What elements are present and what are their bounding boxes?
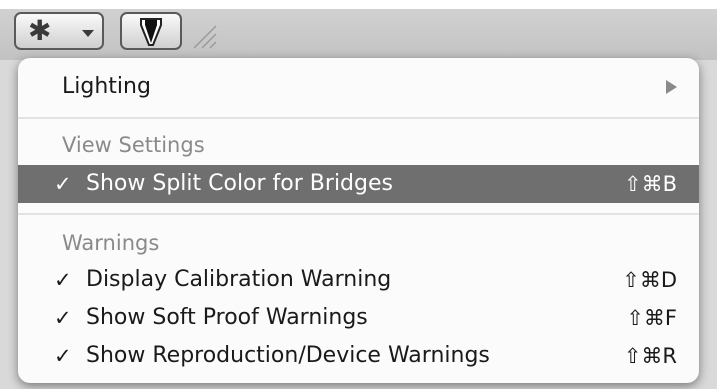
- menu-item-show-soft-proof-warnings[interactable]: ✓ Show Soft Proof Warnings ⇧⌘F: [18, 299, 699, 337]
- dropdown-menu: Lighting View Settings ✓ Show Split Colo…: [18, 58, 699, 383]
- menu-item-show-reproduction-device-warnings[interactable]: ✓ Show Reproduction/Device Warnings ⇧⌘R: [18, 337, 699, 375]
- menu-item-show-split-color[interactable]: ✓ Show Split Color for Bridges ⇧⌘B: [18, 165, 699, 203]
- menu-item-label: Show Split Color for Bridges: [86, 171, 393, 196]
- section-header-view-settings: View Settings: [62, 133, 205, 157]
- resize-grip-icon[interactable]: [190, 22, 218, 50]
- toolbar: ✱: [0, 0, 717, 60]
- checkmark-icon: ✓: [54, 268, 72, 292]
- menu-item-label: Display Calibration Warning: [86, 267, 392, 292]
- keyboard-shortcut: ⇧⌘R: [623, 344, 677, 368]
- menu-item-label: Lighting: [62, 74, 151, 99]
- chevron-down-icon: [82, 30, 94, 37]
- keyboard-shortcut: ⇧⌘D: [622, 268, 677, 292]
- menu-separator: [18, 117, 699, 119]
- soft-proof-icon: [140, 18, 162, 46]
- menu-item-display-calibration-warning[interactable]: ✓ Display Calibration Warning ⇧⌘D: [18, 261, 699, 299]
- checkmark-icon: ✓: [54, 306, 72, 330]
- checkmark-icon: ✓: [54, 344, 72, 368]
- top-strip: [0, 0, 717, 9]
- menu-item-label: Show Soft Proof Warnings: [86, 305, 368, 330]
- keyboard-shortcut: ⇧⌘F: [626, 306, 677, 330]
- submenu-arrow-icon: [666, 80, 677, 94]
- gear-menu-button[interactable]: ✱: [14, 12, 104, 50]
- keyboard-shortcut: ⇧⌘B: [623, 172, 677, 196]
- menu-item-lighting[interactable]: Lighting: [18, 68, 699, 106]
- gear-icon: ✱: [28, 14, 52, 47]
- menu-separator: [18, 213, 699, 215]
- soft-proof-button[interactable]: [120, 12, 182, 50]
- checkmark-icon: ✓: [54, 172, 72, 196]
- section-header-warnings: Warnings: [62, 231, 160, 255]
- menu-item-label: Show Reproduction/Device Warnings: [86, 343, 490, 368]
